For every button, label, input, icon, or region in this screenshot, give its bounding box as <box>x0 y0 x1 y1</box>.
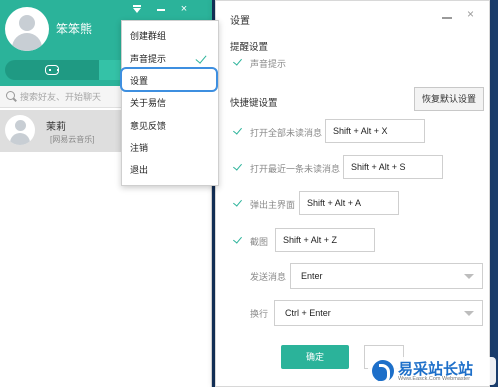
chevron-down-icon <box>133 8 141 13</box>
menu-item-feedback[interactable]: 意见反馈 <box>122 115 218 137</box>
hotkey-field-main-window[interactable]: Shift + Alt + A <box>299 191 399 215</box>
dialog-title: 设置 <box>230 16 250 27</box>
username: 笨笨熊 <box>56 22 93 36</box>
menu-bar-icon <box>133 5 141 7</box>
avatar[interactable] <box>5 7 49 51</box>
main-menu-button[interactable] <box>130 3 144 15</box>
settings-dialog: 设置 × 提醒设置 声音提示 快捷键设置 恢复默认设置 打开全部未读消息 Shi… <box>215 0 490 387</box>
sound-checkbox[interactable] <box>232 57 242 67</box>
shortcut-checkbox-screenshot[interactable] <box>232 235 242 245</box>
shortcut-heading: 快捷键设置 <box>230 98 278 109</box>
dialog-close-button[interactable]: × <box>467 7 474 21</box>
main-menu-dropdown: 创建群组 声音提示 设置 关于易信 意见反馈 注销 退出 <box>121 20 219 186</box>
menu-item-settings[interactable]: 设置 <box>122 70 218 92</box>
shortcut-label-unread-all: 打开全部未读消息 <box>250 128 323 138</box>
menu-item-create-group[interactable]: 创建群组 <box>122 25 218 47</box>
send-message-label: 发送消息 <box>250 272 287 282</box>
newline-select[interactable]: Ctrl + Enter <box>274 300 483 326</box>
chevron-down-icon <box>464 274 474 279</box>
avatar-head <box>15 120 26 131</box>
menu-item-exit[interactable]: 退出 <box>122 159 218 181</box>
shortcut-checkbox-main-window[interactable] <box>232 198 242 208</box>
shortcut-label-main-window: 弹出主界面 <box>250 200 296 210</box>
watermark: 易采站长站 Www.Easck.Com Webmaster <box>368 357 496 385</box>
newline-label: 换行 <box>250 309 269 319</box>
shortcut-checkbox-unread-latest[interactable] <box>232 162 242 172</box>
check-icon <box>195 52 207 64</box>
contact-avatar <box>5 115 35 145</box>
dialog-minimize-button[interactable] <box>442 17 452 19</box>
sound-label: 声音提示 <box>250 59 287 69</box>
chevron-down-icon <box>464 311 474 316</box>
send-message-select[interactable]: Enter <box>290 263 483 289</box>
reminder-heading: 提醒设置 <box>230 42 269 53</box>
send-message-value: Enter <box>301 271 323 281</box>
shortcut-label-unread-latest: 打开最近一条未读消息 <box>250 164 341 174</box>
close-button[interactable]: × <box>178 3 190 15</box>
hotkey-field-unread-all[interactable]: Shift + Alt + X <box>325 119 425 143</box>
watermark-logo-icon <box>372 360 394 384</box>
avatar-body <box>12 33 42 51</box>
avatar-body <box>10 133 30 145</box>
avatar-head <box>19 15 35 31</box>
contact-status: [网易云音乐] <box>50 135 95 144</box>
menu-item-sound[interactable]: 声音提示 <box>122 48 218 70</box>
hotkey-field-unread-latest[interactable]: Shift + Alt + S <box>343 155 443 179</box>
minimize-button[interactable] <box>155 3 167 15</box>
tab-chats[interactable] <box>5 60 99 80</box>
watermark-url: Www.Easck.Com Webmaster <box>398 376 471 382</box>
menu-item-about[interactable]: 关于易信 <box>122 92 218 114</box>
menu-item-logout[interactable]: 注销 <box>122 137 218 159</box>
newline-value: Ctrl + Enter <box>285 308 331 318</box>
background-strip-right <box>490 0 498 387</box>
menu-item-sound-label: 声音提示 <box>130 54 167 64</box>
shortcut-label-screenshot: 截图 <box>250 237 269 247</box>
search-icon <box>6 91 15 100</box>
restore-defaults-button[interactable]: 恢复默认设置 <box>414 87 484 111</box>
chat-bubble-icon <box>45 65 59 75</box>
shortcut-checkbox-unread-all[interactable] <box>232 126 242 136</box>
contact-name: 茉莉 <box>46 122 66 133</box>
hotkey-field-screenshot[interactable]: Shift + Alt + Z <box>275 228 375 252</box>
ok-button[interactable]: 确定 <box>281 345 349 369</box>
